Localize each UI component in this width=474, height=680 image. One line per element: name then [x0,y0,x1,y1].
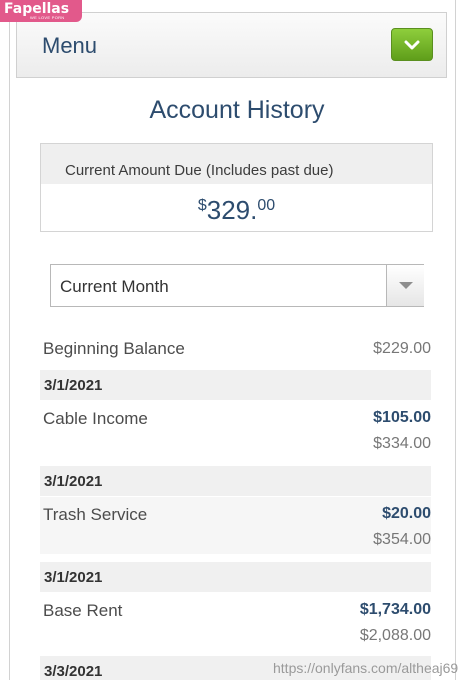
transaction-balance: $2,088.00 [359,627,431,644]
date-header: 3/1/2021 [40,466,431,496]
transaction-description: Base Rent [43,601,123,620]
menu-label: Menu [42,33,98,58]
menu-bar[interactable]: Menu [16,12,447,78]
date-label: 3/3/2021 [44,663,103,680]
transaction-balance: $334.00 [373,435,431,452]
transaction-amount: $20.00 [382,505,431,522]
date-label: 3/1/2021 [44,569,103,586]
amount-due-dollars: 329. [206,195,258,225]
period-select-value: Current Month [60,277,169,296]
transaction-balance: $354.00 [373,531,431,548]
transaction-description: Cable Income [43,409,148,428]
date-label: 3/1/2021 [44,377,103,394]
mobile-page: Menu Fapellas WE LOVE PORN Account Histo… [0,0,474,680]
dropdown-arrow-icon [398,282,413,289]
transaction-row[interactable]: Trash Service $20.00 $354.00 [40,497,431,554]
transaction-row[interactable]: Cable Income $105.00 $334.00 [40,401,431,458]
transaction-amount: $105.00 [373,409,431,426]
date-header: 3/1/2021 [40,562,431,592]
menu-toggle-button[interactable] [391,28,433,61]
date-label: 3/1/2021 [44,473,103,490]
page-title: Account History [149,96,325,124]
beginning-balance-amount: $229.00 [373,340,431,357]
date-header: 3/1/2021 [40,370,431,400]
watermark-logo: Fapellas WE LOVE PORN [0,0,82,22]
amount-due-label: Current Amount Due (Includes past due) [65,162,334,179]
transaction-amount: $1,734.00 [359,601,431,618]
period-select-arrow[interactable] [386,265,424,306]
chevron-down-icon [404,40,420,49]
watermark-url: https://onlyfans.com/altheaj69 [273,660,459,676]
amount-due-cents: 00 [257,197,276,214]
amount-due-header: Current Amount Due (Includes past due) [41,144,432,184]
amount-due-value: $329.00 [41,195,432,226]
amount-due-currency: $ [197,197,207,214]
transaction-description: Trash Service [43,505,148,524]
transaction-row[interactable]: Base Rent $1,734.00 $2,088.00 [40,593,431,650]
watermark-tagline: WE LOVE PORN [30,15,65,20]
period-select[interactable]: Current Month [50,264,424,307]
amount-due-panel: Current Amount Due (Includes past due) $… [40,143,433,232]
beginning-balance-label: Beginning Balance [43,339,185,358]
